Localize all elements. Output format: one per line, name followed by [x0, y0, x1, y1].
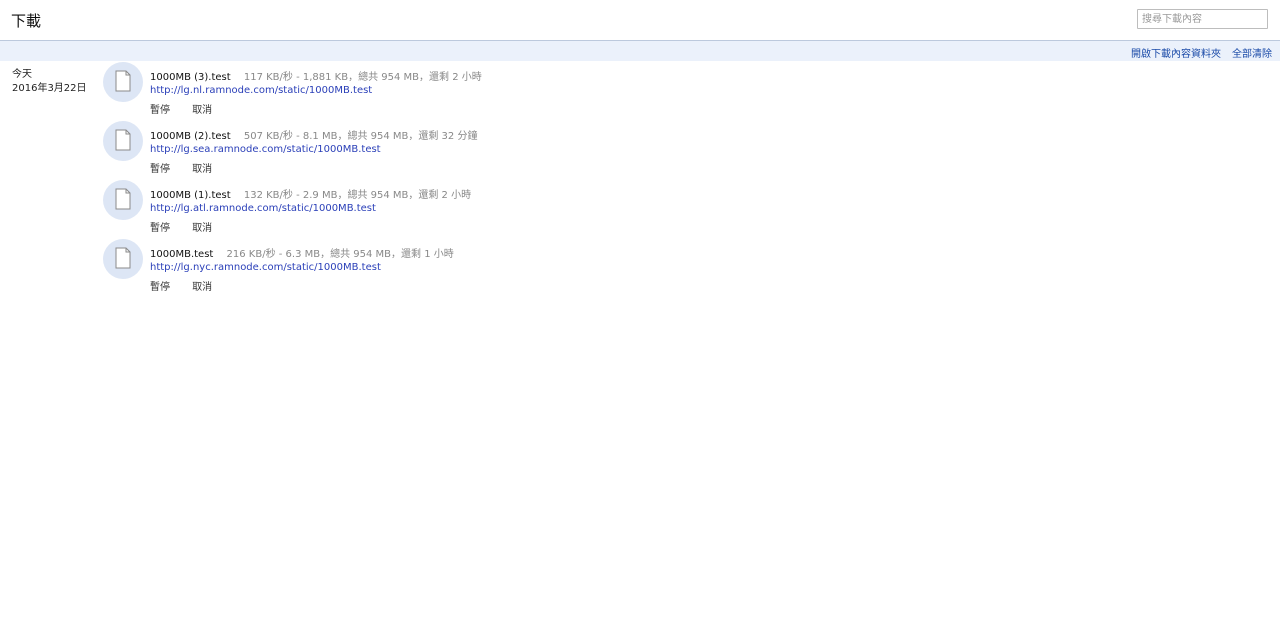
page-title: 下載 — [11, 12, 42, 30]
clear-all-link[interactable]: 全部清除 — [1232, 45, 1272, 60]
file-icon[interactable] — [103, 62, 143, 102]
file-name[interactable]: 1000MB (1).test — [150, 190, 231, 201]
date-full-label: 2016年3月22日 — [12, 83, 87, 94]
cancel-button[interactable]: 取消 — [192, 164, 212, 175]
file-icon[interactable] — [103, 121, 143, 161]
page-header: 下載 — [0, 0, 1280, 40]
cancel-button[interactable]: 取消 — [192, 282, 212, 293]
open-downloads-folder-link[interactable]: 開啟下載內容資料夾 — [1131, 45, 1221, 60]
date-today-label: 今天 — [12, 69, 32, 80]
cancel-button[interactable]: 取消 — [192, 223, 212, 234]
download-status: 117 KB/秒 - 1,881 KB，總共 954 MB，還剩 2 小時 — [243, 72, 482, 83]
download-item: 1000MB (2).test 507 KB/秒 - 8.1 MB，總共 954… — [103, 121, 703, 177]
source-url-link[interactable]: http://lg.atl.ramnode.com/static/1000MB.… — [150, 203, 376, 214]
source-url-link[interactable]: http://lg.nyc.ramnode.com/static/1000MB.… — [150, 262, 381, 273]
download-item: 1000MB.test 216 KB/秒 - 6.3 MB，總共 954 MB，… — [103, 239, 703, 295]
pause-button[interactable]: 暫停 — [150, 223, 170, 234]
pause-button[interactable]: 暫停 — [150, 105, 170, 116]
downloads-toolbar: 開啟下載內容資料夾 全部清除 — [0, 40, 1280, 61]
date-group-header: 今天 2016年3月22日 — [12, 68, 87, 96]
download-status: 132 KB/秒 - 2.9 MB，總共 954 MB，還剩 2 小時 — [243, 190, 472, 201]
download-status: 216 KB/秒 - 6.3 MB，總共 954 MB，還剩 1 小時 — [226, 249, 454, 260]
download-item: 1000MB (3).test 117 KB/秒 - 1,881 KB，總共 9… — [103, 62, 703, 118]
file-icon[interactable] — [103, 239, 143, 279]
search-input[interactable] — [1137, 9, 1268, 29]
download-item: 1000MB (1).test 132 KB/秒 - 2.9 MB，總共 954… — [103, 180, 703, 236]
file-name[interactable]: 1000MB.test — [150, 249, 213, 260]
source-url-link[interactable]: http://lg.sea.ramnode.com/static/1000MB.… — [150, 144, 381, 155]
cancel-button[interactable]: 取消 — [192, 105, 212, 116]
pause-button[interactable]: 暫停 — [150, 282, 170, 293]
file-name[interactable]: 1000MB (2).test — [150, 131, 231, 142]
pause-button[interactable]: 暫停 — [150, 164, 170, 175]
download-status: 507 KB/秒 - 8.1 MB，總共 954 MB，還剩 32 分鐘 — [243, 131, 478, 142]
file-icon[interactable] — [103, 180, 143, 220]
file-name[interactable]: 1000MB (3).test — [150, 72, 231, 83]
source-url-link[interactable]: http://lg.nl.ramnode.com/static/1000MB.t… — [150, 85, 372, 96]
